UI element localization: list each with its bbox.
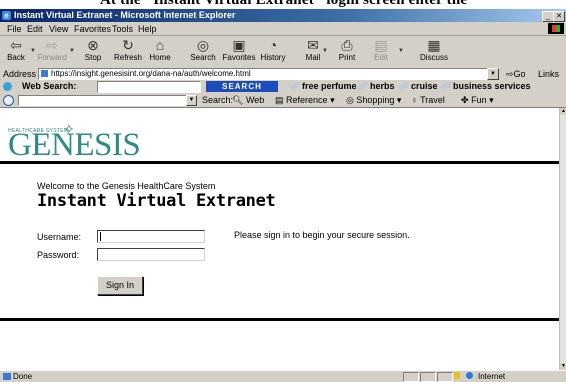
username-label: Username:: [37, 232, 82, 242]
travel-button[interactable]: ♀ Travel: [411, 95, 445, 105]
address-bar: Address https://insight.genesisint.org/d…: [0, 67, 566, 81]
header-divider: [0, 161, 559, 164]
edit-button[interactable]: ▤ Edit: [368, 37, 394, 62]
reference-button[interactable]: ▤ Reference ▾: [275, 95, 335, 106]
address-url: https://insight.genesisint.org/dana-na/a…: [51, 69, 251, 78]
web-search-input[interactable]: [97, 81, 201, 93]
scroll-down-icon[interactable]: ▼: [560, 363, 566, 370]
menu-bar: File Edit View Favorites Tools Help: [0, 22, 566, 36]
discuss-icon: ▦: [427, 37, 441, 53]
footer-divider: [0, 318, 559, 321]
history-icon: ◔: [268, 37, 278, 53]
stop-icon: ⊗: [87, 37, 99, 53]
toolbar-logo-icon: [3, 95, 14, 106]
back-arrow-icon: ⇦: [10, 37, 22, 53]
links-button[interactable]: Links: [538, 69, 559, 79]
window-title-bar: e Instant Virtual Extranet - Microsoft I…: [0, 9, 566, 22]
web-search-button[interactable]: SEARCH: [206, 81, 278, 92]
password-input[interactable]: [97, 248, 205, 261]
refresh-button[interactable]: ↻ Refresh: [112, 37, 144, 62]
username-input[interactable]: [97, 230, 205, 243]
password-label: Password:: [37, 250, 80, 260]
status-text: Done: [13, 372, 33, 381]
search-link-herbs[interactable]: herbs: [358, 81, 395, 91]
mail-dropdown-icon[interactable]: ▼: [322, 48, 328, 54]
sign-in-prompt: Please sign in to begin your secure sess…: [234, 230, 410, 240]
menu-view[interactable]: View: [49, 24, 68, 34]
stop-button[interactable]: ⊗ Stop: [80, 37, 106, 62]
toolbar-search-input[interactable]: [18, 95, 190, 106]
web-search-logo-icon: [3, 82, 12, 91]
fun-button[interactable]: ✤ Fun ▾: [461, 95, 494, 106]
menu-edit[interactable]: Edit: [27, 24, 43, 34]
address-label: Address: [3, 69, 37, 79]
menu-help[interactable]: Help: [138, 24, 157, 34]
status-bar: Done Internet: [0, 370, 566, 382]
web-search-label: Web Search:: [22, 81, 77, 91]
forward-button[interactable]: ⇨ Forward: [36, 37, 68, 62]
vertical-scrollbar[interactable]: ▲ ▼: [559, 108, 566, 370]
secure-lock-icon: [454, 372, 460, 379]
address-input[interactable]: https://insight.genesisint.org/dana-na/a…: [38, 68, 498, 80]
page-done-icon: [3, 373, 11, 380]
shopping-button[interactable]: ◎ Shopping ▾: [346, 95, 401, 106]
favorites-button[interactable]: ▣ Favorites: [221, 37, 257, 62]
search-label: Search:: [202, 95, 234, 105]
sign-in-button[interactable]: Sign In: [97, 276, 143, 295]
go-button[interactable]: ⇨Go: [506, 69, 526, 80]
page-title: Instant Virtual Extranet: [37, 191, 276, 211]
back-button[interactable]: ⇦ Back: [3, 37, 29, 62]
scroll-up-icon[interactable]: ▲: [560, 108, 566, 115]
history-button[interactable]: ◔ History: [258, 37, 288, 62]
forward-arrow-icon: ⇨: [46, 37, 58, 53]
web-button[interactable]: 🔍︎ Web: [232, 95, 264, 106]
edit-icon: ▤: [374, 37, 388, 53]
home-button[interactable]: ⌂ Home: [147, 37, 173, 62]
menu-file[interactable]: File: [7, 24, 22, 34]
secondary-search-toolbar: ▼ Search: 🔍︎ Web ▤ Reference ▾ ◎ Shoppin…: [0, 93, 566, 108]
travel-icon: ♀: [411, 95, 418, 105]
web-search-toolbar: Web Search: SEARCH free perfume herbs cr…: [0, 80, 566, 94]
fun-icon: ✤: [461, 95, 469, 105]
shopping-icon: ◎: [346, 95, 354, 105]
mail-icon: ✉: [307, 37, 319, 53]
security-zone-label: Internet: [478, 372, 506, 381]
print-button[interactable]: ⎙ Print: [334, 37, 360, 62]
address-dropdown-icon[interactable]: ▼: [487, 68, 499, 80]
search-link-business-services[interactable]: business services: [441, 81, 531, 91]
reference-icon: ▤: [275, 95, 284, 105]
magnifier-icon: 🔍︎: [232, 95, 244, 105]
search-link-cruise[interactable]: cruise: [399, 81, 438, 91]
page-content: HEALTHCARE SYSTEM ✧ GENESIS Welcome to t…: [0, 108, 559, 370]
close-button[interactable]: ✕: [553, 11, 565, 22]
refresh-icon: ↻: [122, 37, 134, 53]
welcome-text: Welcome to the Genesis HealthCare System: [37, 181, 216, 191]
discuss-button[interactable]: ▦ Discuss: [416, 37, 452, 62]
home-icon: ⌂: [155, 37, 165, 53]
search-button[interactable]: ◎ Search: [188, 37, 218, 62]
search-link-free-perfume[interactable]: free perfume: [290, 81, 357, 91]
genesis-logo: GENESIS: [8, 127, 141, 163]
search-icon: ◎: [196, 37, 210, 53]
print-icon: ⎙: [341, 37, 353, 53]
ie-logo-icon: e: [2, 11, 11, 20]
caption-text: At the "Instant Virtual Extranet" login …: [100, 0, 468, 8]
menu-tools[interactable]: Tools: [112, 24, 133, 34]
windows-logo-icon: [548, 23, 564, 34]
document-caption: At the "Instant Virtual Extranet" login …: [0, 0, 566, 9]
edit-dropdown-icon[interactable]: ▼: [398, 48, 404, 54]
window-title: Instant Virtual Extranet - Microsoft Int…: [14, 10, 236, 20]
favorites-icon: ▣: [232, 37, 246, 53]
go-arrow-icon: ⇨: [506, 69, 514, 79]
standard-toolbar: ⇦ Back ▼ ⇨ Forward ▼ ⊗ Stop ↻ Refresh ⌂ …: [0, 36, 566, 68]
toolbar-search-dropdown-icon[interactable]: ▼: [186, 95, 197, 106]
internet-zone-icon: [466, 372, 473, 379]
text-caret: [100, 232, 101, 241]
page-icon: [41, 70, 48, 77]
forward-dropdown-icon[interactable]: ▼: [69, 48, 75, 54]
menu-favorites[interactable]: Favorites: [74, 24, 111, 34]
